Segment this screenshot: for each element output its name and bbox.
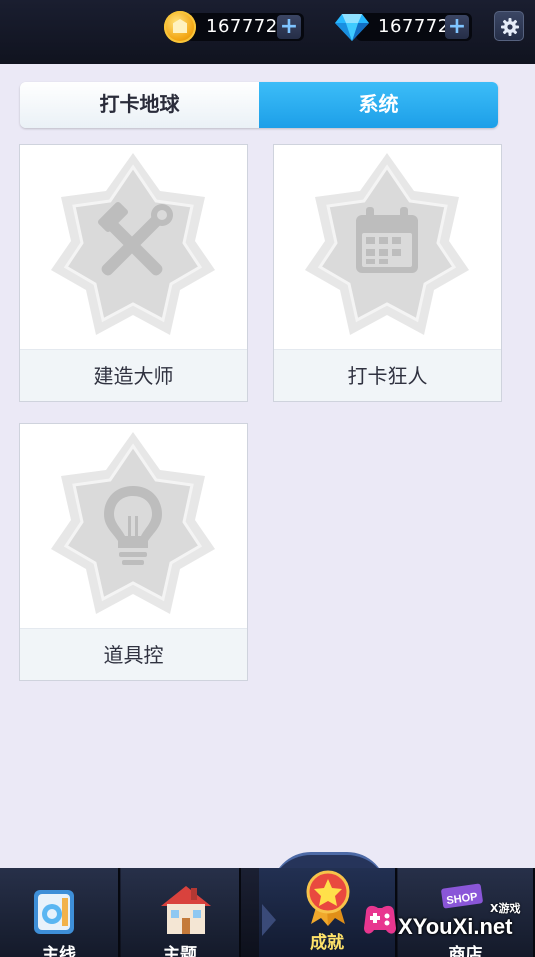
house-icon [161, 886, 211, 934]
watermark: X游戏 XYouXi.net [360, 880, 535, 957]
settings-button[interactable] [494, 11, 524, 41]
nav-label: 主题 [163, 945, 197, 957]
gem-counter: 167772 + [356, 13, 472, 41]
main-line-icon [34, 890, 74, 934]
achievement-badge [20, 424, 247, 628]
add-gems-button[interactable]: + [445, 15, 469, 39]
tab-check-in-earth[interactable]: 打卡地球 [20, 82, 259, 128]
diamond-icon [335, 14, 369, 41]
nav-theme[interactable]: 主题 [121, 868, 241, 957]
nav-label: 主线 [42, 945, 76, 957]
achievement-name: 建造大师 [93, 364, 174, 388]
coin-value: 167772 [206, 16, 278, 37]
achievement-card[interactable]: 打卡狂人 [273, 144, 502, 402]
watermark-text: XYouXi.net [398, 914, 513, 939]
achievement-name: 道具控 [103, 643, 164, 667]
achievement-name: 打卡狂人 [347, 364, 428, 388]
tab-system[interactable]: 系统 [259, 82, 498, 128]
achievement-card[interactable]: 建造大师 [19, 144, 248, 402]
gem-value: 167772 [378, 16, 446, 37]
top-resource-bar: 167772 + 167772 + [0, 0, 535, 64]
achievement-badge [20, 145, 247, 349]
gear-icon [501, 18, 519, 36]
gamepad-logo-icon [364, 905, 396, 934]
add-coins-button[interactable]: + [277, 15, 301, 39]
nav-main-line[interactable]: 主线 [0, 868, 120, 957]
category-tabs: 打卡地球 系统 [20, 82, 498, 128]
star-medal-icon [306, 870, 350, 926]
achievement-badge [274, 145, 501, 349]
coin-icon [164, 11, 196, 43]
achievement-card[interactable]: 道具控 [19, 423, 248, 681]
coin-counter: 167772 + [186, 13, 304, 41]
